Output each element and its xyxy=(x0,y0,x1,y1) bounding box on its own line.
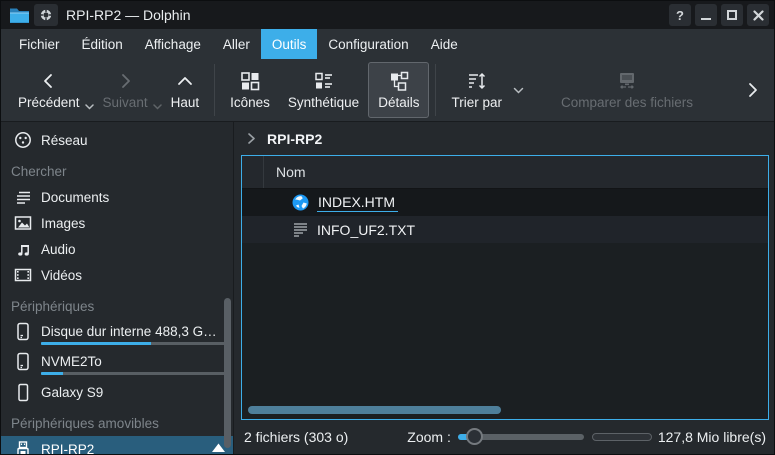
menu-affichage[interactable]: Affichage xyxy=(134,29,212,59)
expander-column xyxy=(242,156,264,188)
maximize-button[interactable] xyxy=(721,4,743,26)
document-lines-icon xyxy=(14,188,32,206)
breadcrumb-chevron-icon[interactable] xyxy=(247,132,256,145)
section-peripheriques: Périphériques xyxy=(1,288,233,319)
section-peripheriques-amovibles: Périphériques amovibles xyxy=(1,405,233,436)
sidebar-scrollbar[interactable] xyxy=(224,298,231,448)
file-name[interactable]: INDEX.HTM xyxy=(317,194,398,212)
titlebar[interactable]: RPI-RP2 — Dolphin ? xyxy=(1,1,774,29)
disk-usage-bar xyxy=(41,342,225,345)
menu-fichier[interactable]: Fichier xyxy=(8,29,71,59)
horizontal-scrollbar[interactable] xyxy=(248,406,762,414)
chevron-left-icon xyxy=(39,71,59,91)
zoom-control: Zoom : xyxy=(407,429,584,445)
up-button[interactable]: Haut xyxy=(162,62,209,118)
view-compact-button[interactable]: Synthétique xyxy=(279,62,368,118)
minimize-icon xyxy=(701,18,711,20)
file-view-panel[interactable]: Nom xyxy=(241,155,769,420)
horizontal-scrollbar-thumb[interactable] xyxy=(248,406,501,414)
dropdown-caret-icon xyxy=(85,104,94,110)
toolbar-separator xyxy=(214,64,215,116)
file-row-index-htm[interactable]: INDEX.HTM xyxy=(242,189,768,216)
maximize-icon xyxy=(727,10,737,20)
sort-icon xyxy=(467,71,487,91)
gear-icon[interactable] xyxy=(34,4,58,26)
usb-drive-icon xyxy=(14,440,32,454)
compare-files-icon xyxy=(616,71,638,91)
disk-capacity-bar xyxy=(592,433,652,441)
close-button[interactable] xyxy=(747,4,769,26)
sidebar-item-reseau[interactable]: Réseau xyxy=(1,127,233,153)
sidebar-item-nvme2to[interactable]: NVME2To xyxy=(1,349,233,379)
phone-icon xyxy=(14,383,32,401)
zoom-slider-handle[interactable] xyxy=(466,428,483,445)
help-button[interactable]: ? xyxy=(669,4,691,26)
minimize-button[interactable] xyxy=(695,4,717,26)
close-icon xyxy=(753,10,764,21)
breadcrumb: RPI-RP2 xyxy=(234,122,774,155)
disk-usage-bar xyxy=(41,372,225,375)
film-icon xyxy=(14,266,32,284)
places-panel: Réseau Chercher Documents xyxy=(1,122,234,454)
view-details-icon xyxy=(389,71,409,91)
chevron-right-icon xyxy=(115,71,135,91)
view-icons-icon xyxy=(240,71,260,91)
menu-aller[interactable]: Aller xyxy=(212,29,261,59)
folder-icon xyxy=(9,7,30,24)
sidebar-item-galaxy-s9[interactable]: Galaxy S9 xyxy=(1,379,233,405)
content-area: Réseau Chercher Documents xyxy=(1,122,774,454)
forward-button[interactable]: Suivant xyxy=(94,62,162,118)
dolphin-window: RPI-RP2 — Dolphin ? Fichier Édition Affi… xyxy=(0,0,775,455)
file-name[interactable]: INFO_UF2.TXT xyxy=(317,222,415,238)
compare-files-button[interactable]: Comparer des fichiers xyxy=(552,62,702,118)
sidebar-item-images[interactable]: Images xyxy=(1,210,233,236)
view-details-button[interactable]: Détails xyxy=(368,62,429,118)
text-file-icon xyxy=(292,221,309,238)
network-icon xyxy=(14,131,32,149)
menu-edition[interactable]: Édition xyxy=(71,29,134,59)
globe-icon xyxy=(292,194,309,211)
column-header-row: Nom xyxy=(242,156,768,189)
back-button[interactable]: Précédent xyxy=(9,62,94,118)
main-view: RPI-RP2 Nom xyxy=(234,122,774,454)
breadcrumb-current[interactable]: RPI-RP2 xyxy=(267,131,322,147)
sort-dropdown-caret-icon[interactable] xyxy=(513,87,524,94)
toolbar-overflow-button[interactable] xyxy=(740,67,766,113)
dropdown-caret-icon xyxy=(153,104,162,110)
menu-configuration[interactable]: Configuration xyxy=(317,29,419,59)
zoom-slider[interactable] xyxy=(458,434,584,440)
image-icon xyxy=(14,214,32,232)
menu-outils[interactable]: Outils xyxy=(261,29,318,59)
window-title: RPI-RP2 — Dolphin xyxy=(66,7,191,23)
hdd-icon xyxy=(14,352,32,370)
chevron-right-icon xyxy=(743,80,763,100)
sidebar-item-videos[interactable]: Vidéos xyxy=(1,262,233,288)
section-chercher: Chercher xyxy=(1,153,233,184)
column-header-nom[interactable]: Nom xyxy=(264,156,306,188)
zoom-label: Zoom : xyxy=(407,429,451,445)
chevron-up-icon xyxy=(175,71,195,91)
free-space-label: 127,8 Mio libre(s) xyxy=(658,429,766,445)
view-compact-icon xyxy=(314,71,334,91)
menubar: Fichier Édition Affichage Aller Outils C… xyxy=(1,29,774,59)
file-row-info-uf2-txt[interactable]: INFO_UF2.TXT xyxy=(242,216,768,243)
music-note-icon xyxy=(14,240,32,258)
view-icons-button[interactable]: Icônes xyxy=(221,62,279,118)
file-count-summary: 2 fichiers (303 o) xyxy=(244,429,348,445)
toolbar: Précédent Suivant Haut Icônes xyxy=(1,59,774,122)
sidebar-item-documents[interactable]: Documents xyxy=(1,184,233,210)
statusbar: 2 fichiers (303 o) Zoom : 127,8 Mio libr… xyxy=(234,420,774,454)
toolbar-separator xyxy=(435,64,436,116)
file-list[interactable]: INDEX.HTM xyxy=(242,189,768,419)
sidebar-item-rpi-rp2[interactable]: RPI-RP2 xyxy=(1,436,233,454)
sidebar-item-disque-dur-interne[interactable]: Disque dur interne 488,3 G… xyxy=(1,319,233,349)
menu-aide[interactable]: Aide xyxy=(420,29,469,59)
hdd-icon xyxy=(14,322,32,340)
sort-by-button[interactable]: Trier par xyxy=(442,62,511,118)
sidebar-item-audio[interactable]: Audio xyxy=(1,236,233,262)
